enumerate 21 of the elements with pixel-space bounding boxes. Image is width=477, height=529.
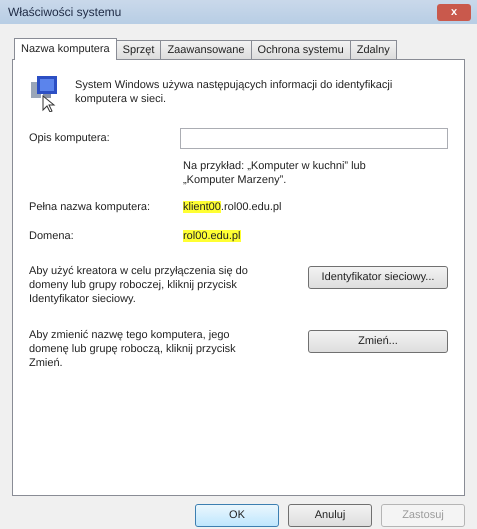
dialog-button[interactable]: Anuluj [288, 504, 372, 527]
field-label: Pełna nazwa komputera: [29, 200, 152, 215]
instruction-text: Aby użyć kreatora w celu przyłączenia się do domeny lub grupy roboczej, kliknij przycisk Identyfikator sieciowy. [29, 264, 249, 306]
field-value: rol00.edu.pl [183, 228, 240, 244]
close-button[interactable]: x [437, 4, 471, 20]
field-value: klient00.rol00.edu.pl [183, 200, 282, 215]
description-field[interactable] [180, 128, 448, 149]
action-button[interactable]: Zmień... [308, 330, 448, 353]
window-title: Właściwości systemu [8, 4, 122, 21]
field-label: Domena: [29, 228, 75, 244]
dialog-button[interactable]: OK [195, 504, 279, 527]
tab[interactable]: Zaawansowane [160, 40, 252, 59]
example-text: Na przykład: „Komputer w kuchni” lub „Komputer Marzeny”. [183, 159, 367, 187]
intro-text: System Windows używa następujących informacji do identyfikacji komputera w sieci. [75, 78, 394, 106]
tab[interactable]: Nazwa komputera [14, 38, 117, 60]
instruction-text: Aby zmienić nazwę tego komputera, jego domenę lub grupę roboczą, kliknij przycisk Zmień. [29, 328, 237, 370]
field-label: Opis komputera: [29, 131, 111, 146]
action-button[interactable]: Identyfikator sieciowy... [308, 266, 448, 289]
tab[interactable]: Zdalny [350, 40, 397, 59]
tab[interactable]: Ochrona systemu [250, 40, 351, 59]
tab[interactable]: Sprzęt [116, 40, 162, 59]
